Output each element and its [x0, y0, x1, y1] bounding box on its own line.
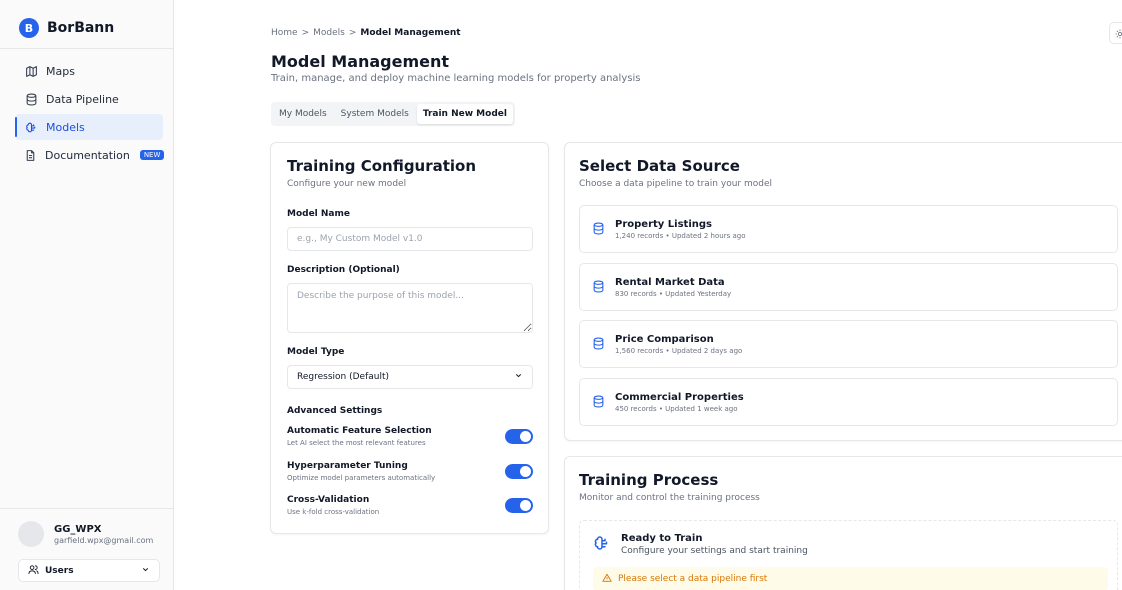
setting-description: Optimize model parameters automatically [287, 474, 436, 482]
data-source-meta: 450 records • Updated 1 week ago [615, 404, 738, 413]
warning-alert: Please select a data pipeline first [593, 567, 1108, 590]
new-badge: NEW [139, 150, 165, 160]
model-name-input[interactable] [287, 227, 533, 251]
description-textarea[interactable] [287, 283, 533, 333]
data-source-meta: 1,560 records • Updated 2 days ago [615, 346, 743, 355]
advanced-settings-label: Advanced Settings [287, 406, 383, 416]
database-icon [592, 335, 605, 354]
avatar [18, 521, 44, 547]
setting-cross-validation: Cross-Validation Use k-fold cross-valida… [287, 495, 533, 516]
automatic-feature-selection-toggle[interactable] [505, 429, 533, 444]
page-title: Model Management [271, 52, 450, 71]
theme-toggle-button[interactable] [1109, 22, 1122, 44]
database-icon [592, 278, 605, 297]
tab-train-new-model[interactable]: Train New Model [416, 104, 513, 124]
model-name-label: Model Name [287, 209, 350, 219]
data-source-name: Price Comparison [615, 333, 714, 345]
document-icon [24, 148, 37, 162]
user-email: garfield.wpx@gmail.com [54, 535, 154, 545]
ready-to-train-panel: Ready to Train Configure your settings a… [579, 520, 1118, 590]
breadcrumb-home[interactable]: Home [271, 28, 298, 38]
sidebar-item-label: Documentation [45, 148, 130, 162]
setting-title: Automatic Feature Selection [287, 426, 432, 436]
tab-list: My Models System Models Train New Model [271, 102, 515, 126]
setting-hyperparameter-tuning: Hyperparameter Tuning Optimize model par… [287, 461, 533, 482]
warning-text: Please select a data pipeline first [618, 574, 768, 584]
setting-title: Hyperparameter Tuning [287, 461, 408, 471]
model-type-value: Regression (Default) [297, 372, 389, 382]
database-icon [24, 92, 38, 106]
card-title: Training Process [579, 471, 719, 489]
data-source-rental-market-data[interactable]: Rental Market Data 830 records • Updated… [579, 263, 1118, 311]
breadcrumb: Home > Models > Model Management [271, 28, 461, 38]
select-data-source-card: Select Data Source Choose a data pipelin… [564, 142, 1122, 441]
training-configuration-card: Training Configuration Configure your ne… [270, 142, 549, 534]
sidebar-item-models[interactable]: Models [15, 114, 163, 140]
card-title: Training Configuration [287, 157, 477, 175]
divider [0, 508, 173, 509]
setting-description: Use k-fold cross-validation [287, 508, 380, 516]
brain-icon [24, 120, 38, 134]
data-source-name: Commercial Properties [615, 391, 744, 403]
sidebar-item-label: Models [46, 120, 85, 134]
users-icon [28, 564, 39, 578]
chevron-down-icon [141, 565, 150, 577]
data-source-commercial-properties[interactable]: Commercial Properties 450 records • Upda… [579, 378, 1118, 426]
map-icon [24, 64, 38, 78]
sidebar-item-label: Maps [46, 64, 75, 78]
sidebar-item-label: Data Pipeline [46, 92, 119, 106]
sidebar-item-data-pipeline[interactable]: Data Pipeline [15, 86, 163, 112]
breadcrumb-separator: > [348, 28, 357, 38]
setting-title: Cross-Validation [287, 495, 370, 505]
brand[interactable]: B BorBann [19, 16, 114, 40]
sidebar-item-documentation[interactable]: Documentation NEW [15, 142, 165, 168]
warning-icon [602, 573, 612, 586]
data-source-name: Property Listings [615, 218, 712, 230]
sidebar: B BorBann Maps Data Pipeline Models Docu… [0, 0, 174, 590]
breadcrumb-current: Model Management [360, 28, 461, 38]
breadcrumb-separator: > [301, 28, 310, 38]
page-subtitle: Train, manage, and deploy machine learni… [271, 73, 641, 84]
chevron-down-icon [514, 371, 523, 383]
brain-icon [593, 534, 611, 556]
tab-my-models[interactable]: My Models [273, 104, 333, 124]
role-select[interactable]: Users [18, 559, 160, 582]
user-name: GG_WPX [54, 523, 102, 535]
data-source-name: Rental Market Data [615, 276, 725, 288]
database-icon [592, 220, 605, 239]
sun-icon [1115, 24, 1122, 43]
card-subtitle: Configure your new model [287, 179, 407, 189]
data-source-price-comparison[interactable]: Price Comparison 1,560 records • Updated… [579, 320, 1118, 368]
ready-title: Ready to Train [621, 533, 703, 544]
database-icon [592, 393, 605, 412]
data-source-meta: 1,240 records • Updated 2 hours ago [615, 231, 746, 240]
hyperparameter-tuning-toggle[interactable] [505, 464, 533, 479]
brand-logo: B [19, 18, 39, 38]
ready-subtitle: Configure your settings and start traini… [621, 546, 808, 556]
role-select-value: Users [45, 565, 74, 576]
user-profile[interactable]: GG_WPX garfield.wpx@gmail.com [18, 521, 153, 547]
data-source-meta: 830 records • Updated Yesterday [615, 289, 732, 298]
model-type-select[interactable]: Regression (Default) [287, 365, 533, 389]
data-source-property-listings[interactable]: Property Listings 1,240 records • Update… [579, 205, 1118, 253]
setting-automatic-feature-selection: Automatic Feature Selection Let AI selec… [287, 426, 533, 447]
brand-name: BorBann [47, 20, 115, 36]
description-label: Description (Optional) [287, 265, 400, 275]
setting-description: Let AI select the most relevant features [287, 439, 426, 447]
model-type-label: Model Type [287, 347, 345, 357]
tab-system-models[interactable]: System Models [335, 104, 415, 124]
sidebar-nav: Maps Data Pipeline Models Documentation … [15, 58, 165, 170]
divider [0, 48, 173, 49]
card-subtitle: Monitor and control the training process [579, 493, 760, 503]
breadcrumb-models[interactable]: Models [313, 28, 345, 38]
sidebar-item-maps[interactable]: Maps [15, 58, 163, 84]
card-subtitle: Choose a data pipeline to train your mod… [579, 179, 772, 189]
card-title: Select Data Source [579, 157, 740, 175]
training-process-card: Training Process Monitor and control the… [564, 456, 1122, 590]
cross-validation-toggle[interactable] [505, 498, 533, 513]
